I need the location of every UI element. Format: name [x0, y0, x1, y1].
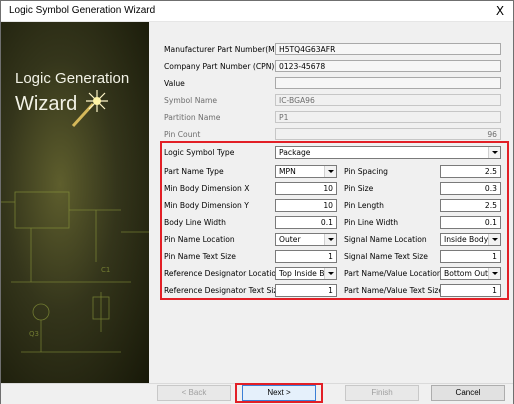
- ref-des-location-select[interactable]: Top Inside Bo: [275, 267, 337, 280]
- finish-button[interactable]: Finish: [345, 385, 419, 401]
- signal-name-text-size-input[interactable]: 1: [440, 250, 501, 263]
- signal-name-location-value: Inside Body: [444, 235, 489, 244]
- logic-symbol-type-select[interactable]: Package: [275, 146, 501, 159]
- signal-name-location-label: Signal Name Location: [344, 235, 427, 244]
- mpn-label: Manufacturer Part Number(MPN): [164, 45, 288, 54]
- part-name-value-text-size-input[interactable]: 1: [440, 284, 501, 297]
- cpn-label: Company Part Number (CPN): [164, 62, 275, 71]
- circuit-background-icon: Q3 C1: [1, 191, 149, 353]
- cancel-button[interactable]: Cancel: [431, 385, 505, 401]
- pin-size-label: Pin Size: [344, 184, 374, 193]
- magic-wand-icon: [71, 90, 108, 128]
- min-body-y-input[interactable]: 10: [275, 199, 337, 212]
- wizard-side-panel: Q3 C1 Logic Generation Wizard: [1, 22, 149, 383]
- min-body-y-label: Min Body Dimension Y: [164, 201, 249, 210]
- pin-name-text-size-label: Pin Name Text Size: [164, 252, 236, 261]
- title-bar: Logic Symbol Generation Wizard X: [1, 1, 513, 22]
- pin-line-width-input[interactable]: 0.1: [440, 216, 501, 229]
- partition-name-label: Partition Name: [164, 113, 221, 122]
- pin-spacing-label: Pin Spacing: [344, 167, 388, 176]
- signal-name-text-size-label: Signal Name Text Size: [344, 252, 428, 261]
- symbol-name-field: IC-BGA96: [275, 94, 501, 106]
- body-line-width-label: Body Line Width: [164, 218, 226, 227]
- part-name-type-label: Part Name Type: [164, 167, 224, 176]
- signal-name-location-select[interactable]: Inside Body: [440, 233, 501, 246]
- pin-length-input[interactable]: 2.5: [440, 199, 501, 212]
- pin-spacing-input[interactable]: 2.5: [440, 165, 501, 178]
- pin-length-label: Pin Length: [344, 201, 384, 210]
- ref-des-text-size-label: Reference Designator Text Size: [164, 286, 283, 295]
- chevron-down-icon: [488, 268, 500, 279]
- chevron-down-icon: [488, 147, 500, 158]
- chevron-down-icon: [324, 268, 336, 279]
- logic-symbol-type-value: Package: [279, 148, 311, 157]
- ref-des-location-label: Reference Designator Location: [164, 269, 281, 278]
- ref-des-text-size-input[interactable]: 1: [275, 284, 337, 297]
- window-title: Logic Symbol Generation Wizard: [9, 5, 156, 16]
- ref-des-location-value: Top Inside Bo: [279, 269, 330, 278]
- min-body-x-label: Min Body Dimension X: [164, 184, 250, 193]
- partition-name-field: P1: [275, 111, 501, 123]
- pin-count-label: Pin Count: [164, 130, 201, 139]
- logic-symbol-type-label: Logic Symbol Type: [164, 148, 235, 157]
- pin-count-field: 96: [275, 128, 501, 140]
- side-title-line1: Logic Generation: [15, 70, 130, 87]
- body-line-width-input[interactable]: 0.1: [275, 216, 337, 229]
- svg-text:Q3: Q3: [29, 330, 39, 338]
- min-body-x-input[interactable]: 10: [275, 182, 337, 195]
- pin-name-location-select[interactable]: Outer: [275, 233, 337, 246]
- value-label: Value: [164, 79, 185, 88]
- part-name-value-text-size-label: Part Name/Value Text Size: [344, 286, 443, 295]
- back-button[interactable]: < Back: [157, 385, 231, 401]
- pin-name-location-value: Outer: [279, 235, 301, 244]
- mpn-field[interactable]: H5TQ4G63AFR: [275, 43, 501, 55]
- pin-name-text-size-input[interactable]: 1: [275, 250, 337, 263]
- pin-name-location-label: Pin Name Location: [164, 235, 235, 244]
- wizard-window: Logic Symbol Generation Wizard X Q3 C1 L…: [0, 0, 514, 404]
- chevron-down-icon: [488, 234, 500, 245]
- part-name-value-location-label: Part Name/Value Location: [344, 269, 442, 278]
- close-icon[interactable]: X: [491, 3, 509, 19]
- pin-size-input[interactable]: 0.3: [440, 182, 501, 195]
- next-button[interactable]: Next >: [242, 385, 316, 401]
- symbol-name-label: Symbol Name: [164, 96, 218, 105]
- value-field[interactable]: [275, 77, 501, 89]
- svg-text:C1: C1: [101, 266, 110, 274]
- chevron-down-icon: [324, 234, 336, 245]
- pin-line-width-label: Pin Line Width: [344, 218, 399, 227]
- part-name-value-location-select[interactable]: Bottom Outsic: [440, 267, 501, 280]
- cpn-field[interactable]: 0123-45678: [275, 60, 501, 72]
- part-name-type-value: MPN: [279, 167, 296, 176]
- part-name-type-select[interactable]: MPN: [275, 165, 337, 178]
- chevron-down-icon: [324, 166, 336, 177]
